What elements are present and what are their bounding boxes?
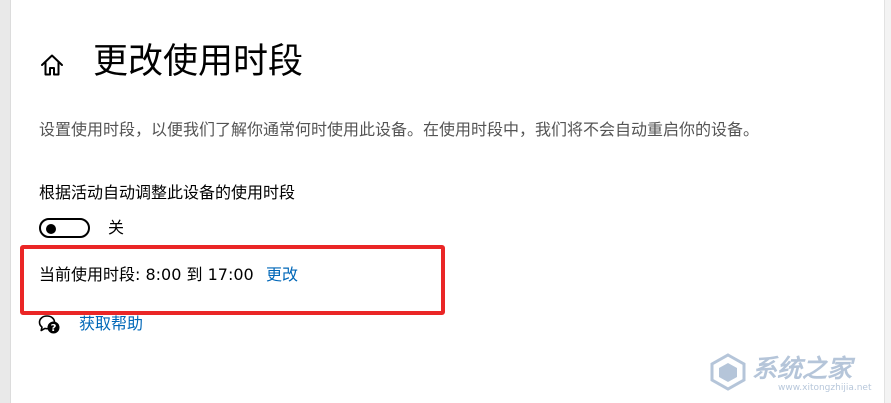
watermark-url: www.xitongzhijia.net	[778, 383, 872, 393]
change-hours-link[interactable]: 更改	[266, 263, 298, 287]
watermark-logo-icon	[710, 353, 746, 391]
toggle-knob	[46, 224, 56, 234]
toggle-state-label: 关	[108, 218, 125, 237]
auto-adjust-label: 根据活动自动调整此设备的使用时段	[39, 183, 296, 202]
get-help-link[interactable]: 获取帮助	[79, 312, 143, 336]
page-title: 更改使用时段	[93, 42, 304, 82]
window-left-edge	[0, 0, 11, 403]
help-chat-icon: ?	[38, 315, 60, 334]
window-right-edge	[884, 0, 891, 403]
watermark-text: 系统之家	[752, 354, 853, 383]
site-watermark: 系统之家 www.xitongzhijia.net	[708, 350, 880, 396]
auto-adjust-toggle[interactable]	[39, 218, 90, 238]
current-active-hours: 当前使用时段: 8:00 到 17:00	[39, 265, 254, 284]
home-icon[interactable]	[39, 52, 65, 78]
svg-text:?: ?	[51, 323, 57, 334]
page-description: 设置使用时段，以便我们了解你通常何时使用此设备。在使用时段中，我们将不会自动重启…	[39, 120, 760, 139]
